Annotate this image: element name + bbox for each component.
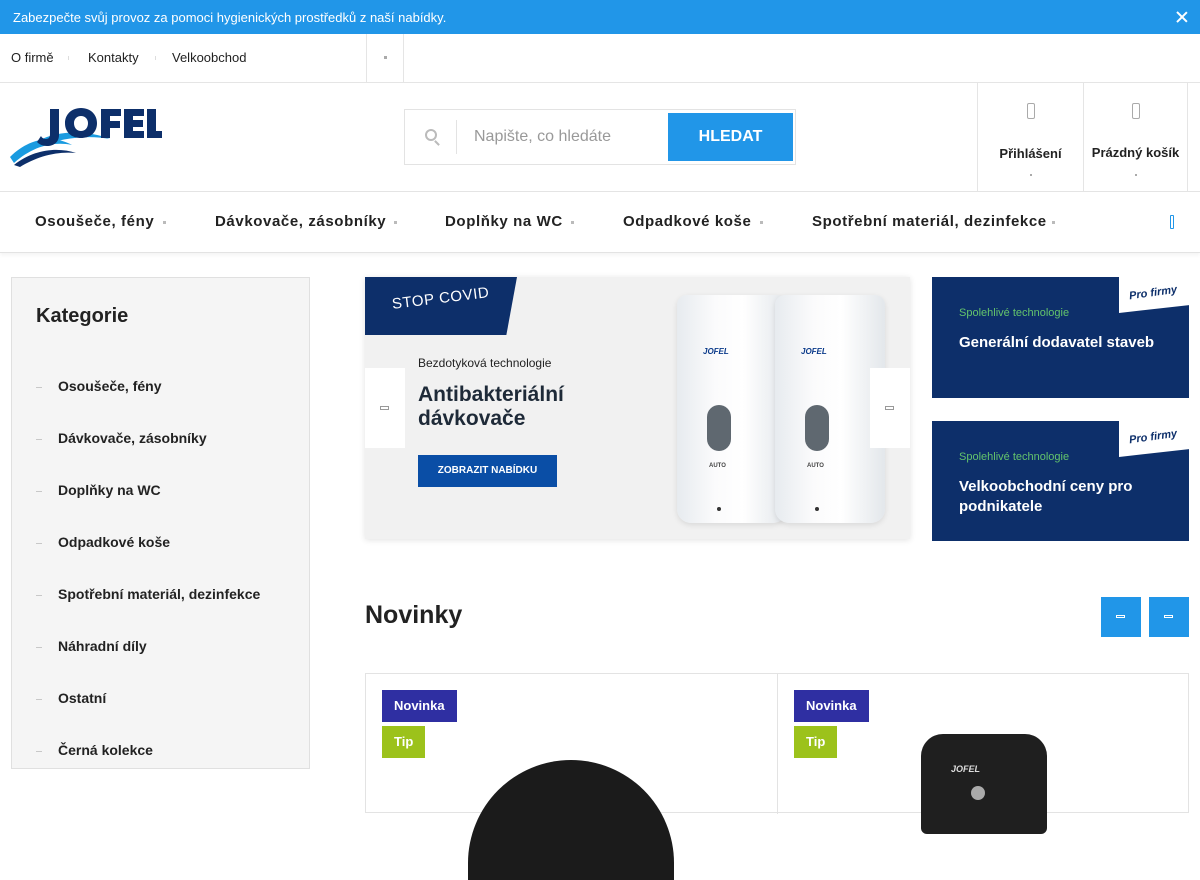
sidebar-item-bins[interactable]: Odpadkové koše <box>12 521 309 573</box>
new-products-title: Novinky <box>365 601 463 629</box>
product-image: JOFEL <box>921 734 1047 834</box>
hero-carousel[interactable]: STOP COVID Bezdotyková technologie Antib… <box>365 277 910 539</box>
sidebar-item-spare-parts[interactable]: Náhradní díly <box>12 625 309 677</box>
stop-covid-ribbon: STOP COVID <box>365 277 517 335</box>
show-offer-button[interactable]: ZOBRAZIT NABÍDKU <box>418 455 557 487</box>
banner-title: Generální dodavatel staveb <box>959 334 1155 351</box>
chevron-down-icon <box>394 221 397 224</box>
product-card[interactable]: Novinka Tip JOFEL <box>777 674 1188 834</box>
chevron-down-icon <box>1030 174 1032 176</box>
product-card[interactable]: Novinka Tip <box>366 674 777 880</box>
sidebar-item-hand-dryers[interactable]: Osoušeče, fény <box>12 365 309 417</box>
dispenser-image: JOFEL AUTO <box>775 295 885 523</box>
link-about[interactable]: O firmě <box>11 34 54 82</box>
search-box: HLEDAT <box>404 109 796 165</box>
nav-item-consumables[interactable]: Spotřební materiál, dezinfekce <box>812 192 1047 252</box>
sidebar-item-consumables[interactable]: Spotřební materiál, dezinfekce <box>12 573 309 625</box>
pro-firms-tag: Pro firmy <box>1119 277 1189 313</box>
arrow-right-icon <box>1164 615 1173 618</box>
new-products-list: Novinka Tip Novinka Tip JOFEL <box>365 673 1189 880</box>
more-links-button[interactable] <box>366 34 404 82</box>
chevron-down-icon <box>760 221 763 224</box>
link-separator <box>155 56 156 60</box>
banner-title: Velkoobchodní ceny pro podnikatele <box>959 478 1133 515</box>
bullet-icon <box>36 595 42 596</box>
bullet-icon <box>36 543 42 544</box>
announcement-bar: Zabezpečte svůj provoz za pomoci hygieni… <box>0 0 1200 34</box>
sidebar-item-label: Dávkovače, zásobníky <box>58 430 207 446</box>
category-sidebar: Kategorie Osoušeče, fény Dávkovače, záso… <box>11 277 310 769</box>
carousel-prev-button[interactable] <box>365 368 405 448</box>
banner-general-contractor[interactable]: Pro firmy Spolehlivé technologie Generál… <box>932 277 1189 398</box>
search-icon <box>425 129 437 141</box>
bullet-icon <box>36 699 42 700</box>
top-links-bar: O firmě Kontakty Velkoobchod <box>0 34 1200 83</box>
nav-item-wc-accessories[interactable]: Doplňky na WC <box>445 192 563 252</box>
login-button[interactable]: Přihlášení <box>977 83 1083 191</box>
close-icon[interactable] <box>1174 9 1190 25</box>
chevron-down-icon <box>571 221 574 224</box>
sidebar-item-other[interactable]: Ostatní <box>12 677 309 729</box>
sidebar-item-label: Náhradní díly <box>58 638 147 654</box>
menu-icon[interactable] <box>1170 215 1174 229</box>
cart-icon <box>1132 103 1140 119</box>
nav-item-dispensers[interactable]: Dávkovače, zásobníky <box>215 192 386 252</box>
sidebar-item-label: Černá kolekce <box>58 742 153 758</box>
arrow-left-icon <box>380 406 389 410</box>
banner-wholesale-prices[interactable]: Pro firmy Spolehlivé technologie Velkoob… <box>932 421 1189 541</box>
sidebar-item-label: Ostatní <box>58 690 107 706</box>
link-wholesale[interactable]: Velkoobchod <box>172 34 246 82</box>
chevron-down-icon <box>163 221 166 224</box>
search-input[interactable] <box>457 111 667 163</box>
header: HLEDAT Přihlášení Prázdný košík <box>0 83 1200 192</box>
carousel-subtitle: Bezdotyková technologie <box>418 356 552 370</box>
cart-button[interactable]: Prázdný košík <box>1083 83 1188 191</box>
sidebar-item-label: Doplňky na WC <box>58 482 161 498</box>
cart-label: Prázdný košík <box>1091 145 1180 160</box>
bullet-icon <box>36 439 42 440</box>
chevron-down-icon <box>1135 174 1137 176</box>
bullet-icon <box>36 647 42 648</box>
badge-new: Novinka <box>382 690 457 722</box>
link-separator <box>68 56 69 60</box>
carousel-next-button[interactable] <box>870 368 910 448</box>
nav-item-bins[interactable]: Odpadkové koše <box>623 192 751 252</box>
arrow-left-icon <box>1116 615 1125 618</box>
sidebar-item-label: Spotřební materiál, dezinfekce <box>58 586 261 602</box>
more-icon <box>384 56 387 59</box>
sidebar-item-wc-accessories[interactable]: Doplňky na WC <box>12 469 309 521</box>
link-contacts[interactable]: Kontakty <box>88 34 139 82</box>
new-products-prev-button[interactable] <box>1101 597 1141 637</box>
user-icon <box>1027 103 1035 119</box>
category-nav: Osoušeče, fény Dávkovače, zásobníky Dopl… <box>0 192 1200 253</box>
bullet-icon <box>36 491 42 492</box>
search-button[interactable]: HLEDAT <box>668 113 793 161</box>
badge-tip: Tip <box>794 726 838 758</box>
pro-firms-tag: Pro firmy <box>1119 421 1189 457</box>
sidebar-item-dispensers[interactable]: Dávkovače, zásobníky <box>12 417 309 469</box>
jofel-logo[interactable] <box>10 105 162 167</box>
announcement-text: Zabezpečte svůj provoz za pomoci hygieni… <box>13 9 447 25</box>
chevron-down-icon <box>1052 221 1055 224</box>
login-label: Přihlášení <box>999 146 1062 161</box>
nav-item-hand-dryers[interactable]: Osoušeče, fény <box>35 192 154 252</box>
badge-tip: Tip <box>382 726 426 758</box>
dispenser-image: JOFEL AUTO <box>677 295 787 523</box>
banner-pretitle: Spolehlivé technologie <box>959 307 1070 319</box>
bullet-icon <box>36 751 42 752</box>
bullet-icon <box>36 387 42 388</box>
product-image <box>468 760 674 880</box>
sidebar-item-label: Osoušeče, fény <box>58 378 162 394</box>
sidebar-title: Kategorie <box>36 305 129 327</box>
badge-new: Novinka <box>794 690 869 722</box>
sidebar-item-black-collection[interactable]: Černá kolekce <box>12 729 309 781</box>
new-products-next-button[interactable] <box>1149 597 1189 637</box>
arrow-right-icon <box>885 406 894 410</box>
banner-pretitle: Spolehlivé technologie <box>959 451 1070 463</box>
carousel-headline: Antibakteriální dávkovače <box>418 383 564 430</box>
sidebar-item-label: Odpadkové koše <box>58 534 171 550</box>
